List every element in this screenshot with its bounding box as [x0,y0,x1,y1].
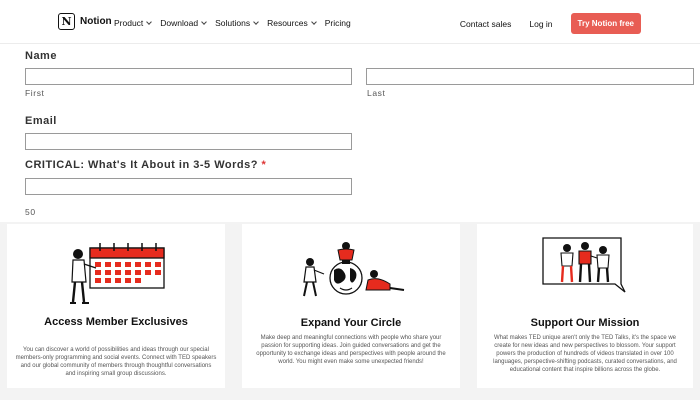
last-name-field[interactable] [366,68,694,85]
notion-logo-icon: N [58,13,75,30]
required-marker: * [261,159,267,171]
nav-label: Product [114,18,144,28]
card-description: What makes TED unique aren't only the TE… [493,335,677,373]
card-member-exclusives: Access Member Exclusives You can discove… [7,224,225,388]
nav-label: Solutions [215,18,251,28]
nav-item-product[interactable]: Product [114,18,153,28]
speech-bubble-illustration-icon [542,237,626,293]
email-field[interactable] [25,133,352,150]
nav-item-resources[interactable]: Resources [267,18,317,28]
card-expand-circle: Expand Your Circle Make deep and meaning… [242,224,460,388]
try-notion-free-button[interactable]: Try Notion free [570,13,641,34]
last-sublabel: Last [367,88,386,98]
chevron-down-icon [146,19,153,25]
globe-people-illustration-icon [303,242,405,297]
notion-logo[interactable]: N Notion [58,13,112,30]
nav-label: Resources [267,18,308,28]
logo-text: Notion [80,16,112,27]
char-counter: 50 [25,207,36,217]
nav-item-solutions[interactable]: Solutions [215,18,259,28]
nav-links: Product Download Solutions Resources Pri… [114,18,351,28]
chevron-down-icon [253,19,259,25]
card-description: Make deep and meaningful connections wit… [256,335,446,365]
first-sublabel: First [25,88,45,98]
nav-label: Download [160,18,199,28]
nav-item-pricing[interactable]: Pricing [325,18,351,28]
nav-actions: Contact sales Log in Try Notion free [460,13,641,34]
name-label: Name [25,50,57,62]
critical-question-text: CRITICAL: What's It About in 3-5 Words? [25,159,258,171]
chevron-down-icon [201,19,207,25]
email-label: Email [25,115,57,127]
card-title: Support Our Mission [530,317,640,329]
card-title: Expand Your Circle [300,317,402,329]
nav-item-download[interactable]: Download [160,18,207,28]
calendar-illustration-icon [70,243,165,304]
contact-sales-link[interactable]: Contact sales [460,19,512,29]
critical-question-field[interactable] [25,178,352,195]
login-link[interactable]: Log in [529,19,552,29]
chevron-down-icon [310,19,317,25]
notion-navbar: N Notion Product Download Solutions Reso… [0,0,700,44]
critical-question-label: CRITICAL: What's It About in 3-5 Words? … [25,159,266,171]
first-name-field[interactable] [25,68,352,85]
card-support-mission: Support Our Mission What makes TED uniqu… [477,224,693,388]
card-description: You can discover a world of possibilitie… [15,347,217,377]
card-title: Access Member Exclusives [44,316,188,328]
